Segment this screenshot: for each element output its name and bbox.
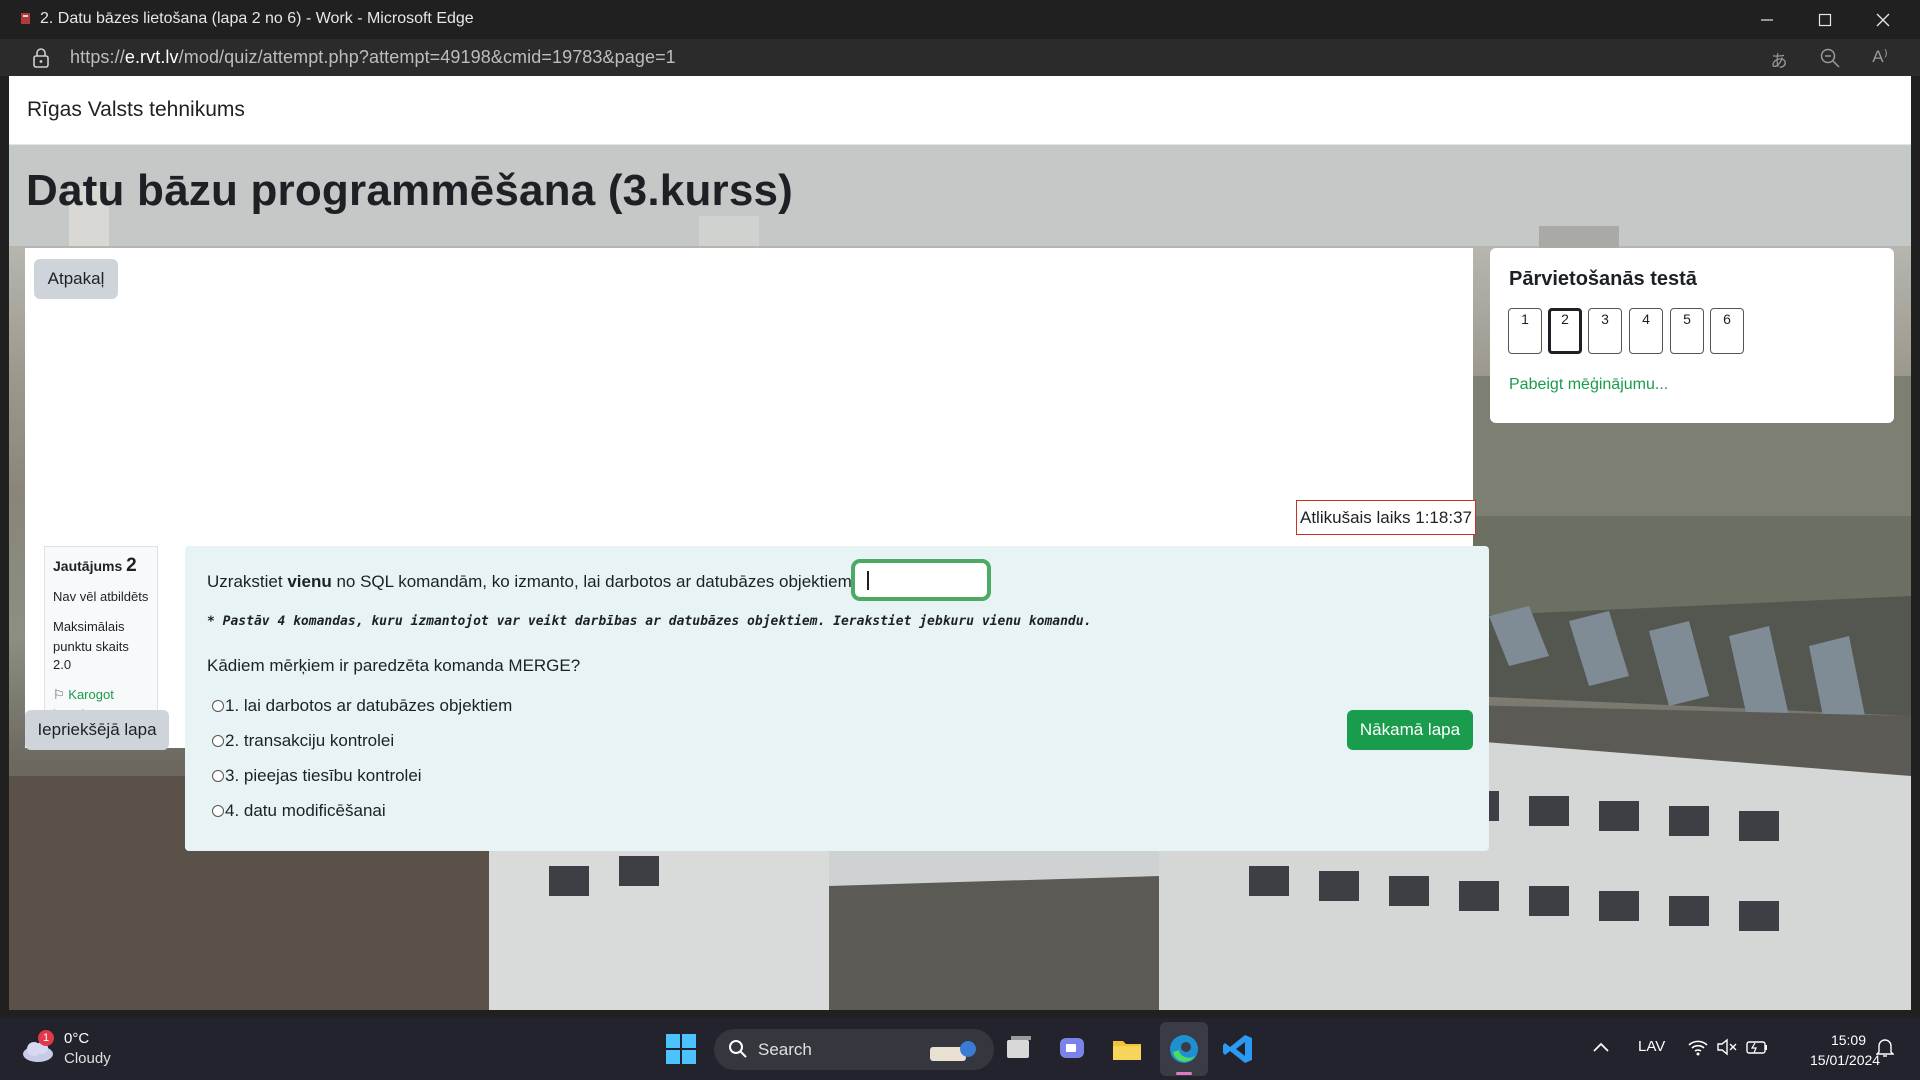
search-highlight-icon <box>930 1041 976 1061</box>
file-explorer-icon[interactable] <box>1108 1030 1146 1068</box>
task-view-icon[interactable] <box>999 1030 1037 1068</box>
quiz-navigation-title: Pārvietošanās testā <box>1509 268 1697 290</box>
radio-button[interactable] <box>212 735 224 747</box>
option-1[interactable]: 1. lai darbotos ar datubāzes objektiem <box>212 696 512 716</box>
minimize-button[interactable] <box>1738 0 1796 39</box>
maximize-button[interactable] <box>1796 0 1854 39</box>
answer-input[interactable] <box>851 559 991 601</box>
notification-bell-icon[interactable] <box>1876 1038 1894 1058</box>
nav-page-4[interactable]: 4 <box>1629 308 1663 354</box>
radio-button[interactable] <box>212 805 224 817</box>
wifi-icon[interactable] <box>1687 1038 1709 1056</box>
option-4[interactable]: 4. datu modificēšanai <box>212 801 386 821</box>
active-app-indicator <box>1176 1072 1192 1075</box>
question-status: Nav vēl atbildēts <box>53 589 149 604</box>
nav-page-3[interactable]: 3 <box>1588 308 1622 354</box>
taskbar: 1 0°C Cloudy Search LAV 15:09 15/01/2024 <box>0 1018 1920 1080</box>
maximize-icon <box>1818 13 1832 26</box>
battery-icon[interactable] <box>1745 1038 1769 1056</box>
edge-active-tab[interactable] <box>1160 1022 1208 1076</box>
back-button[interactable]: Atpakaļ <box>34 259 118 299</box>
flag-icon: ⚐ <box>53 687 65 702</box>
clock-time: 15:09 <box>1830 1032 1866 1048</box>
vscode-icon[interactable] <box>1219 1030 1257 1068</box>
keyboard-language[interactable]: LAV <box>1638 1038 1665 1055</box>
teams-chat-icon[interactable] <box>1053 1030 1091 1068</box>
browser-title-bar: 2. Datu bāzes lietošana (lapa 2 no 6) - … <box>0 0 1920 39</box>
minimize-icon <box>1761 18 1773 21</box>
quiz-main-card: Atpakaļ Atlikušais laiks 1:18:37 Jautāju… <box>25 248 1489 851</box>
zoom-out-icon[interactable] <box>1819 47 1841 69</box>
search-label: Search <box>758 1040 812 1059</box>
translate-icon[interactable]: あ <box>1768 47 1790 71</box>
option-2[interactable]: 2. transakciju kontrolei <box>212 731 394 751</box>
quiz-navigation-panel: Pārvietošanās testā 1 2 3 4 5 6 Pabeigt … <box>1490 248 1894 423</box>
next-page-button[interactable]: Nākamā lapa <box>1347 710 1473 750</box>
question-info-panel: Jautājums 2 Nav vēl atbildēts Maksimālai… <box>44 546 158 732</box>
clock-date: 15/01/2024 <box>1810 1052 1881 1068</box>
site-favicon-icon <box>21 13 30 24</box>
weather-condition: Cloudy <box>64 1050 111 1067</box>
speaker-muted-icon[interactable] <box>1716 1038 1738 1056</box>
weather-alert-badge: 1 <box>38 1030 54 1046</box>
nav-page-5[interactable]: 5 <box>1670 308 1704 354</box>
radio-button[interactable] <box>212 770 224 782</box>
page-viewport: Rīgas Valsts tehnikums Datu bāzu program… <box>9 76 1911 1010</box>
second-question-text: Kādiem mērķiem ir paredzēta komanda MERG… <box>207 656 581 675</box>
question-content: Uzrakstiet vienu no SQL komandām, ko izm… <box>185 546 1489 851</box>
system-clock[interactable]: 15:09 15/01/2024 <box>1810 1030 1881 1070</box>
read-aloud-icon[interactable]: A⁾ <box>1869 47 1891 69</box>
weather-widget[interactable]: 1 0°C Cloudy <box>20 1030 130 1070</box>
windows-start-icon[interactable] <box>662 1030 700 1068</box>
finish-attempt-link[interactable]: Pabeigt mēģinājumu... <box>1509 376 1668 394</box>
address-bar[interactable]: https://e.rvt.lv/mod/quiz/attempt.php?at… <box>0 39 1920 76</box>
text-cursor <box>867 571 869 590</box>
question-number: Jautājums 2 <box>53 555 137 576</box>
max-points-value: 2.0 <box>53 657 72 672</box>
question-text: Uzrakstiet vienu no SQL komandām, ko izm… <box>207 572 852 591</box>
lock-icon[interactable] <box>32 48 50 68</box>
chevron-up-icon[interactable] <box>1592 1040 1610 1054</box>
close-button[interactable] <box>1854 0 1912 39</box>
close-icon <box>1876 13 1890 26</box>
search-icon <box>729 1040 747 1058</box>
site-name-link[interactable]: Rīgas Valsts tehnikums <box>27 98 245 122</box>
max-points-label: Maksimālais punktu skaits <box>53 619 129 654</box>
weather-temperature: 0°C <box>64 1030 90 1047</box>
radio-button[interactable] <box>212 700 224 712</box>
nav-page-6[interactable]: 6 <box>1710 308 1744 354</box>
taskbar-search[interactable]: Search <box>714 1029 994 1070</box>
option-3[interactable]: 3. pieejas tiesību kontrolei <box>212 766 422 786</box>
nav-page-1[interactable]: 1 <box>1508 308 1542 354</box>
previous-page-button[interactable]: Iepriekšējā lapa <box>25 710 169 750</box>
site-header: Rīgas Valsts tehnikums <box>9 76 1911 145</box>
time-remaining: Atlikušais laiks 1:18:37 <box>1296 500 1476 535</box>
course-title: Datu bāzu programmēšana (3.kurss) <box>26 166 794 215</box>
edge-browser-icon <box>1170 1035 1198 1063</box>
question-hint: * Pastāv 4 komandas, kuru izmantojot var… <box>207 614 1092 629</box>
window-title: 2. Datu bāzes lietošana (lapa 2 no 6) - … <box>40 10 474 27</box>
nav-page-2[interactable]: 2 <box>1548 308 1582 354</box>
url-text[interactable]: https://e.rvt.lv/mod/quiz/attempt.php?at… <box>70 47 676 68</box>
